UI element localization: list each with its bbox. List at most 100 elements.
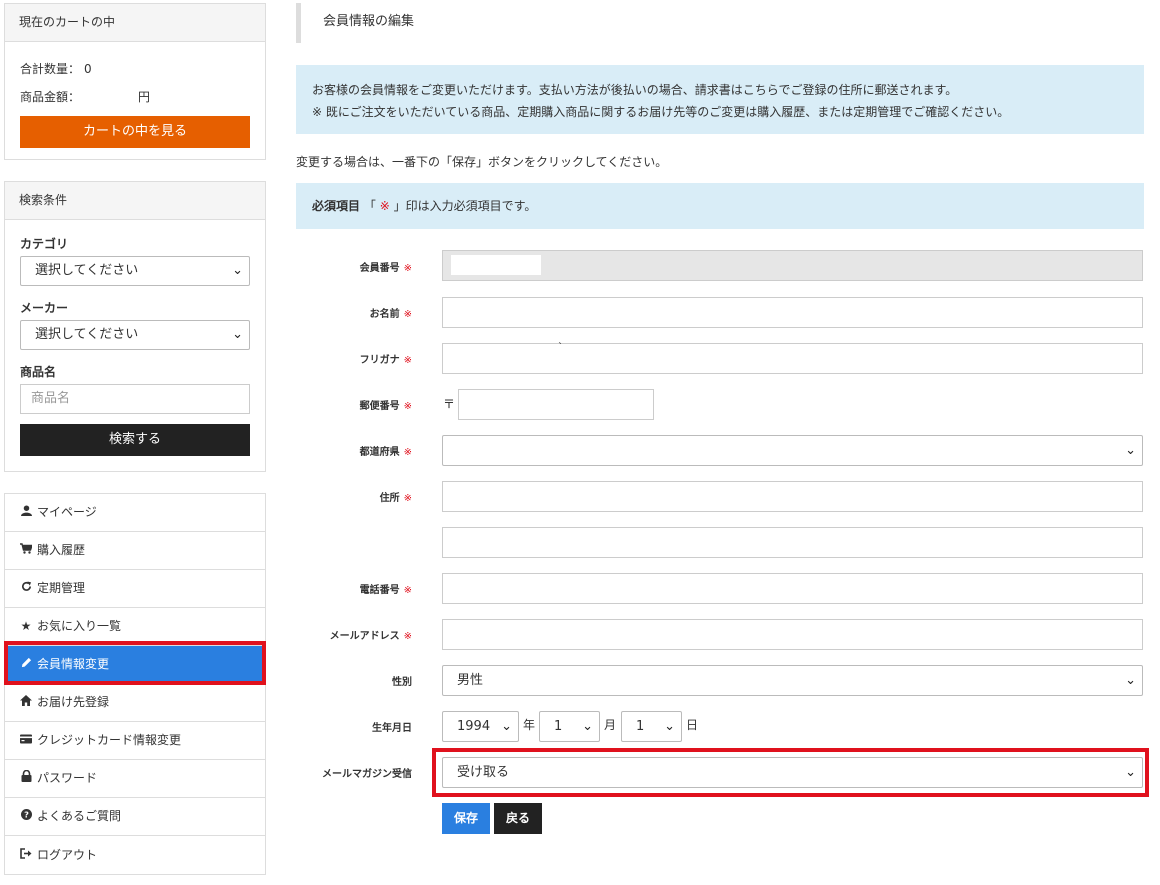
- menu-item-label: ログアウト: [37, 847, 98, 862]
- postal-label: 郵便番号 ※: [359, 401, 412, 412]
- menu-item-credit-card[interactable]: クレジットカード情報変更: [5, 722, 265, 760]
- mypage-menu: マイページ 購入履歴 定期管理 ★ お気に入り一覧 会員情報変更 お届け先登録 …: [4, 493, 266, 875]
- required-title: 必須項目: [312, 199, 361, 213]
- category-label: カテゴリ: [20, 237, 69, 251]
- category-select[interactable]: 選択してください ⌄: [20, 256, 250, 286]
- name-input[interactable]: [442, 297, 1143, 328]
- address-input-2[interactable]: [442, 527, 1143, 558]
- cart-quantity-row: 合計数量： 0: [20, 56, 250, 84]
- menu-item-favorites[interactable]: ★ お気に入り一覧: [5, 608, 265, 646]
- menu-item-mypage[interactable]: マイページ: [5, 494, 265, 532]
- redacted-value: [451, 255, 541, 275]
- menu-item-label: よくあるご質問: [37, 809, 122, 823]
- menu-item-label: クレジットカード情報変更: [37, 733, 182, 747]
- birth-month-select[interactable]: 1 ⌄: [539, 711, 600, 742]
- menu-item-label: お届け先登録: [37, 695, 110, 709]
- info-message: お客様の会員情報をご変更いただけます。支払い方法が後払いの場合、請求書はこちらで…: [296, 65, 1144, 134]
- product-name-input[interactable]: 商品名: [20, 384, 250, 414]
- maker-select-value: 選択してください: [35, 327, 139, 342]
- phone-input[interactable]: [442, 573, 1143, 604]
- search-panel: 検索条件 カテゴリ 選択してください ⌄ メーカー 選択してください ⌄ 商品名…: [4, 181, 266, 472]
- email-label: メールアドレス ※: [329, 631, 412, 642]
- menu-item-label: 購入履歴: [37, 543, 86, 557]
- category-select-value: 選択してください: [35, 263, 139, 278]
- day-unit: 日: [686, 718, 699, 732]
- address-label: 住所 ※: [379, 493, 412, 504]
- menu-item-label: 定期管理: [37, 581, 86, 595]
- menu-item-label: パスワード: [37, 771, 98, 785]
- chevron-down-icon: ⌄: [1125, 443, 1136, 458]
- menu-item-subscription[interactable]: 定期管理: [5, 570, 265, 608]
- required-mark: ※: [379, 199, 390, 213]
- svg-text:?: ?: [24, 810, 29, 820]
- required-notice: 必須項目 「 ※ 」印は入力必須項目です。: [296, 183, 1144, 229]
- email-input[interactable]: [442, 619, 1143, 650]
- menu-item-delivery-address[interactable]: お届け先登録: [5, 684, 265, 722]
- search-button[interactable]: 検索する: [20, 424, 250, 456]
- address-input-1[interactable]: [442, 481, 1143, 512]
- save-button[interactable]: 保存: [442, 803, 490, 834]
- question-icon: ?: [19, 798, 33, 835]
- member-no-label: 会員番号 ※: [359, 263, 412, 274]
- cart-amount-unit: 円: [138, 90, 151, 104]
- page-title: 会員情報の編集: [296, 3, 1146, 43]
- menu-item-label: マイページ: [37, 505, 97, 519]
- chevron-down-icon: ⌄: [664, 719, 675, 734]
- prefecture-select[interactable]: ⌄: [442, 435, 1143, 466]
- prefecture-label: 都道府県 ※: [359, 447, 412, 458]
- info-line-2: ※ 既にご注文をいただいている商品、定期購入商品に関するお届け先等のご変更は購入…: [312, 105, 1010, 119]
- chevron-down-icon: ⌄: [582, 719, 593, 734]
- user-icon: [19, 494, 33, 531]
- required-open: 「: [363, 199, 376, 213]
- year-unit: 年: [523, 718, 536, 732]
- menu-item-faq[interactable]: ? よくあるご質問: [5, 798, 265, 836]
- chevron-down-icon: ⌄: [501, 719, 512, 734]
- furigana-value: `: [558, 342, 563, 353]
- lock-icon: [19, 760, 33, 797]
- chevron-down-icon: ⌄: [232, 327, 243, 342]
- menu-item-password[interactable]: パスワード: [5, 760, 265, 798]
- member-no-field: [442, 250, 1143, 281]
- menu-item-member-info[interactable]: 会員情報変更: [5, 646, 265, 684]
- required-text: 」印は入力必須項目です。: [393, 199, 537, 213]
- menu-item-label: 会員情報変更: [37, 657, 110, 671]
- furigana-input[interactable]: `: [442, 342, 1143, 374]
- cart-panel-title: 現在のカートの中: [5, 4, 265, 42]
- birth-day-value: 1: [636, 719, 645, 734]
- birth-month-value: 1: [554, 719, 563, 734]
- name-label: お名前 ※: [369, 309, 412, 320]
- pencil-icon: [19, 646, 33, 683]
- product-name-label: 商品名: [20, 365, 57, 379]
- magazine-label: メールマガジン受信: [322, 769, 412, 780]
- birth-year-select[interactable]: 1994 ⌄: [442, 711, 519, 742]
- search-panel-title: 検索条件: [5, 182, 265, 220]
- home-icon: [19, 684, 33, 721]
- maker-label: メーカー: [20, 301, 69, 315]
- cart-quantity-label: 合計数量：: [20, 62, 81, 76]
- postal-input[interactable]: [458, 389, 654, 420]
- gender-select[interactable]: 男性 ⌄: [442, 665, 1143, 696]
- menu-item-purchase-history[interactable]: 購入履歴: [5, 532, 265, 570]
- logout-icon: [19, 837, 33, 874]
- view-cart-button[interactable]: カートの中を見る: [20, 116, 250, 148]
- cart-amount-row: 商品金額： 円: [20, 84, 250, 112]
- menu-item-logout[interactable]: ログアウト: [5, 836, 265, 874]
- magazine-select[interactable]: 受け取る ⌄: [442, 757, 1143, 788]
- postal-prefix: 〒: [443, 397, 456, 411]
- back-button[interactable]: 戻る: [494, 803, 542, 834]
- birth-year-value: 1994: [457, 719, 491, 734]
- cart-amount-label: 商品金額：: [20, 90, 81, 104]
- credit-card-icon: [19, 722, 33, 759]
- info-line-1: お客様の会員情報をご変更いただけます。支払い方法が後払いの場合、請求書はこちらで…: [312, 83, 958, 97]
- chevron-down-icon: ⌄: [232, 263, 243, 278]
- birth-day-select[interactable]: 1 ⌄: [621, 711, 682, 742]
- phone-label: 電話番号 ※: [359, 585, 412, 596]
- gender-label: 性別: [392, 677, 412, 688]
- save-instruction: 変更する場合は、一番下の「保存」ボタンをクリックしてください。: [296, 155, 668, 169]
- cart-quantity-value: 0: [84, 62, 92, 76]
- furigana-label: フリガナ ※: [359, 355, 412, 366]
- maker-select[interactable]: 選択してください ⌄: [20, 320, 250, 350]
- month-unit: 月: [604, 718, 617, 732]
- menu-item-label: お気に入り一覧: [37, 619, 122, 633]
- star-icon: ★: [20, 619, 32, 633]
